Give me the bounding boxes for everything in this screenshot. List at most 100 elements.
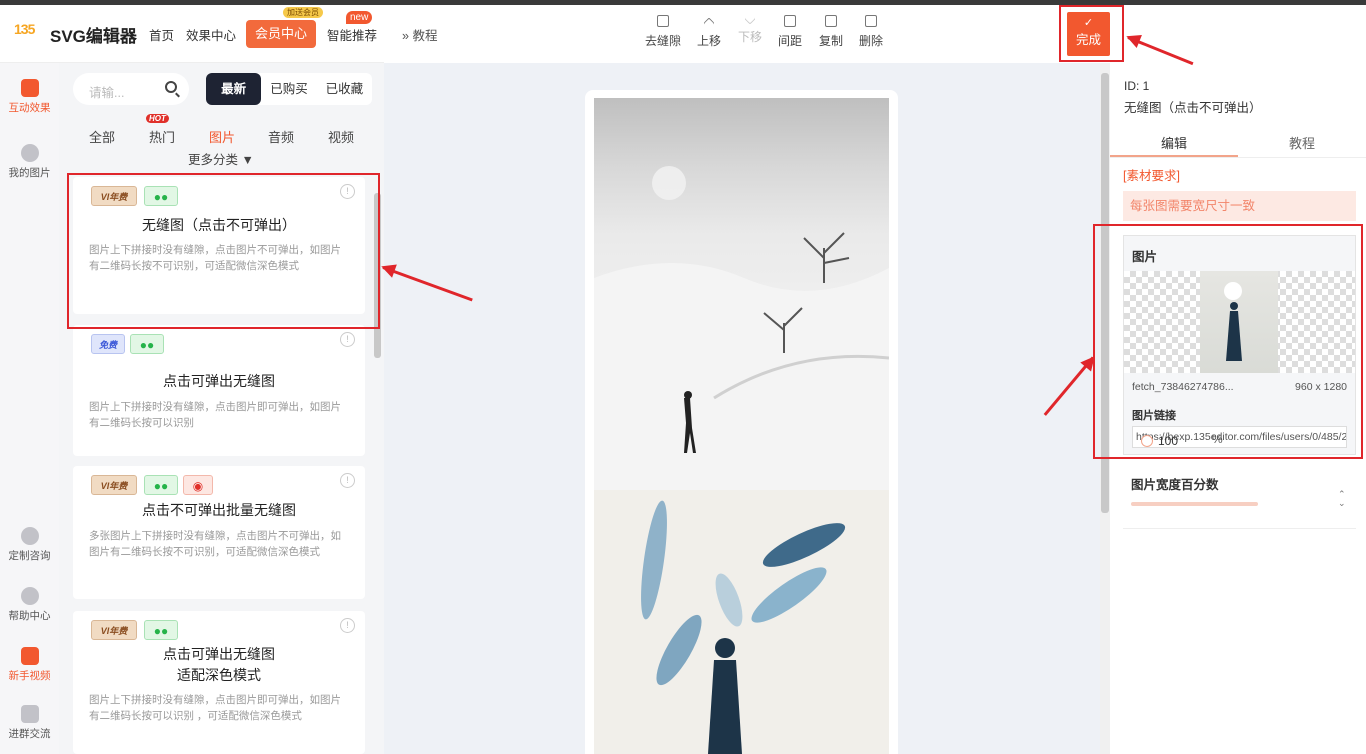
delete-button[interactable]: 删除 [859,15,883,49]
help-icon [20,587,39,605]
filter-latest[interactable]: 最新 [206,73,262,105]
more-categories[interactable]: 更多分类 ▼ [188,149,254,168]
sidebar-label: 新手视频 [8,670,51,682]
card-title: 点击可弹出无缝图 [163,373,275,389]
template-card[interactable]: VI年费 ●● ◉ ! 点击不可弹出批量无缝图 多张图片上下拼接时没有缝隙，点击… [73,466,365,599]
width-slider[interactable] [1131,502,1258,506]
wechat-icon: ●● [144,620,178,640]
new-badge: new [346,11,373,24]
search-input[interactable]: 请输... [73,73,189,105]
info-icon[interactable]: ! [340,473,355,488]
tab-all[interactable]: 全部 [89,127,115,146]
sidebar-item-join-group[interactable]: 进群交流 [0,705,59,741]
filter-favorited[interactable]: 已收藏 [317,73,372,105]
feathers-illustration [641,500,846,754]
logo: 135 [14,21,35,37]
move-down-button[interactable]: 下移 [738,13,763,45]
card-description: 图片上下拼接时没有缝隙，点击图片即可弹出，如图片有二维码长按可以识别 ，可适配微… [89,694,341,722]
brand-title: SVG编辑器 [50,27,137,46]
tab-audio[interactable]: 音频 [268,127,294,146]
preview-image-feathers[interactable] [594,490,889,754]
cloud-icon [20,144,39,162]
vip-bonus-tag: 加送会员 [283,7,323,18]
tool-label: 间距 [778,34,803,48]
card-title: 点击不可弹出批量无缝图 [142,502,296,518]
nav-smart-recommend[interactable]: 智能推荐 [327,25,377,44]
editor-toolbar: » 教程 去缝隙 上移 下移 间距 复制 删除 [384,5,1100,63]
card-description: 多张图片上下拼接时没有缝隙，点击图片不可弹出，如图片有二维码长按不可识别，可适配… [89,530,341,558]
tool-label: 下移 [738,30,763,44]
left-sidebar: 互动效果 我的图片 定制咨询 帮助中心 新手视频 进群交流 [0,63,59,754]
card-description: 图片上下拼接时没有缝隙，点击图片即可弹出，如图片有二维码长按可以识别 [89,401,341,429]
tab-edit[interactable]: 编辑 [1110,133,1238,157]
search-placeholder: 请输... [89,86,125,100]
sidebar-label: 进群交流 [8,728,51,740]
tool-label: 复制 [819,34,844,48]
info-icon[interactable]: ! [340,332,355,347]
wechat-icon: ●● [144,475,178,495]
sidebar-item-help[interactable]: 帮助中心 [0,587,59,623]
wechat-icon: ●● [130,334,164,354]
gap-icon [657,15,669,27]
cube-icon [20,79,39,97]
vip-year-badge: VI年费 [91,620,137,640]
app-header: 135 SVG编辑器 首页 效果中心 会员中心 加送会员 智能推荐 new [0,5,384,63]
sidebar-item-my-images[interactable]: 我的图片 [0,144,59,180]
divider [1123,528,1356,529]
sidebar-item-newbie-video[interactable]: 新手视频 [0,647,59,683]
more-categories-label: 更多分类 [188,153,239,167]
nav-home[interactable]: 首页 [149,25,174,44]
filter-tabs: 最新 已购买 已收藏 [206,73,372,105]
filter-purchased[interactable]: 已购买 [261,73,316,105]
tutorial-link[interactable]: » 教程 [402,25,437,44]
tutorial-label: 教程 [412,29,438,43]
copy-icon [825,15,837,27]
tool-label: 删除 [859,34,884,48]
sidebar-item-consult[interactable]: 定制咨询 [0,527,59,563]
vip-center-button[interactable]: 会员中心 [246,20,316,48]
headset-icon [20,527,39,545]
tab-divider [1110,157,1366,158]
card-title: 点击可弹出无缝图 [163,646,275,662]
material-requirement-text: 每张图需要宽尺寸一致 [1123,191,1356,221]
weibo-icon: ◉ [183,475,213,495]
sidebar-label: 定制咨询 [8,550,51,562]
remove-gap-button[interactable]: 去缝隙 [645,15,681,49]
stepper-icon[interactable]: ⌃ ⌄ [1338,490,1346,508]
spacing-icon [784,15,796,27]
sidebar-item-interactive[interactable]: 互动效果 [0,79,59,115]
chevron-up-icon [703,17,715,29]
sidebar-label: 互动效果 [8,102,51,114]
template-card[interactable]: 免费 ●● ! 点击可弹出无缝图 图片上下拼接时没有缝隙，点击图片即可弹出，如图… [73,325,365,456]
width-percent-label: 图片宽度百分数 [1131,478,1219,492]
vip-year-badge: VI年费 [91,475,137,495]
sidebar-label: 我的图片 [8,167,51,179]
tool-label: 上移 [697,34,722,48]
winter-landscape-illustration [594,166,889,490]
annotation-box-card [67,173,380,329]
tab-video[interactable]: 视频 [328,127,354,146]
annotation-arrow [1127,36,1194,66]
tab-image[interactable]: 图片 [209,127,235,146]
annotation-box-image [1093,224,1363,459]
spacing-button[interactable]: 间距 [778,15,802,49]
chevron-down-icon [744,13,756,25]
trash-icon [865,15,877,27]
tab-hot[interactable]: 热门 [149,127,175,146]
annotation-box-done [1059,5,1124,62]
copy-button[interactable]: 复制 [819,15,843,49]
card-subtitle: 适配深色模式 [177,667,261,683]
nav-effects[interactable]: 效果中心 [186,25,236,44]
info-icon[interactable]: ! [340,618,355,633]
hot-badge: HOT [146,114,169,123]
move-up-button[interactable]: 上移 [697,15,721,49]
tool-label: 去缝隙 [645,34,682,48]
preview-image-winter[interactable] [594,98,889,490]
free-badge: 免费 [91,334,125,354]
tab-tutorial[interactable]: 教程 [1238,133,1366,152]
material-requirement-label: [素材要求] [1123,169,1180,183]
search-icon[interactable] [165,81,177,93]
video-icon [20,647,39,665]
template-panel: 请输... 最新 已购买 已收藏 全部 热门 HOT 图片 音频 视频 更多分类… [59,63,384,754]
template-card[interactable]: VI年费 ●● ! 点击可弹出无缝图 适配深色模式 图片上下拼接时没有缝隙，点击… [73,611,365,754]
